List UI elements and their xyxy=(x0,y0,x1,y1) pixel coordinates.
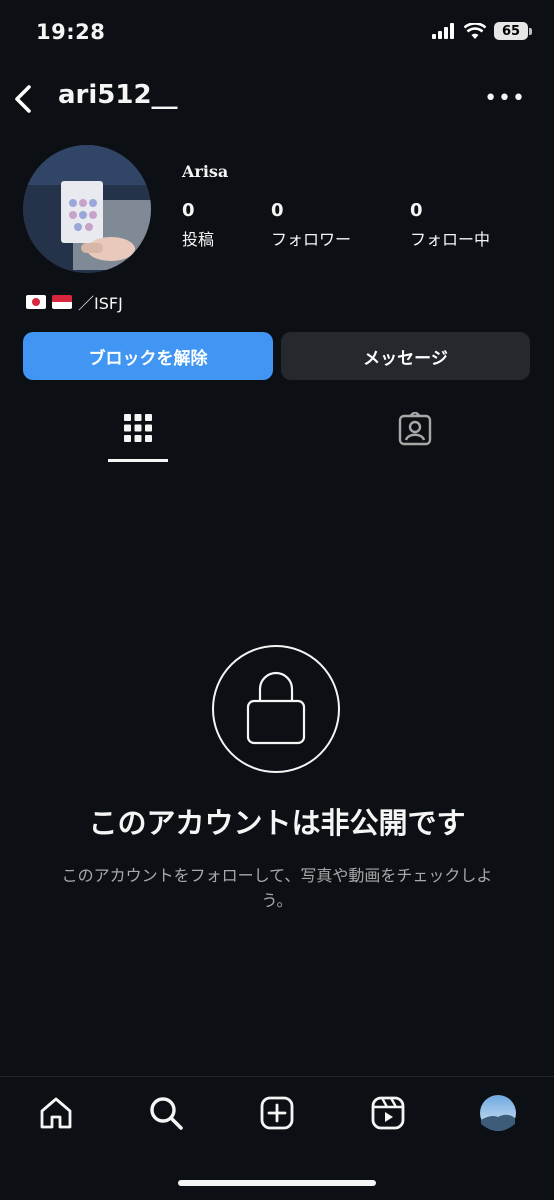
profile-username: ari512__ xyxy=(58,80,178,110)
home-icon[interactable] xyxy=(36,1093,76,1133)
message-button[interactable]: メッセージ xyxy=(281,332,530,380)
display-name: Arisa xyxy=(182,162,229,181)
more-options-icon[interactable]: ••• xyxy=(484,86,526,111)
active-tab-indicator xyxy=(108,459,168,462)
reels-icon[interactable] xyxy=(368,1093,408,1133)
profile-avatar xyxy=(23,145,151,273)
private-account-description: このアカウントをフォローして、写真や動画をチェックしよう。 xyxy=(61,866,493,910)
wifi-icon xyxy=(464,23,486,39)
lock-icon xyxy=(246,671,306,745)
create-icon[interactable] xyxy=(257,1093,297,1133)
status-icons: 65 xyxy=(432,22,532,40)
japan-flag-icon xyxy=(26,295,46,309)
indonesia-flag-icon xyxy=(52,295,72,309)
followers-label[interactable]: フォロワー xyxy=(271,226,351,250)
following-label[interactable]: フォロー中 xyxy=(410,226,490,250)
tagged-icon[interactable] xyxy=(398,412,432,446)
profile-avatar-tab[interactable] xyxy=(478,1093,518,1133)
followers-count[interactable]: 0 xyxy=(271,200,284,221)
signal-icon xyxy=(432,23,454,39)
bio-text: ／ISFJ xyxy=(78,294,123,313)
unblock-button[interactable]: ブロックを解除 xyxy=(23,332,273,380)
nav-divider xyxy=(0,1076,554,1077)
back-icon[interactable] xyxy=(12,84,34,114)
avatar-photo xyxy=(23,145,151,273)
home-indicator xyxy=(178,1180,376,1186)
battery-level: 65 xyxy=(501,23,521,39)
battery-icon: 65 xyxy=(494,22,532,40)
posts-count: 0 xyxy=(182,200,195,221)
posts-label: 投稿 xyxy=(182,230,215,249)
profile-bio: ／ISFJ xyxy=(26,290,123,314)
grid-icon[interactable] xyxy=(124,414,152,442)
search-icon[interactable] xyxy=(146,1093,186,1133)
following-count[interactable]: 0 xyxy=(410,200,423,221)
status-time: 19:28 xyxy=(36,20,106,44)
private-account-title: このアカウントは非公開です xyxy=(88,806,466,840)
